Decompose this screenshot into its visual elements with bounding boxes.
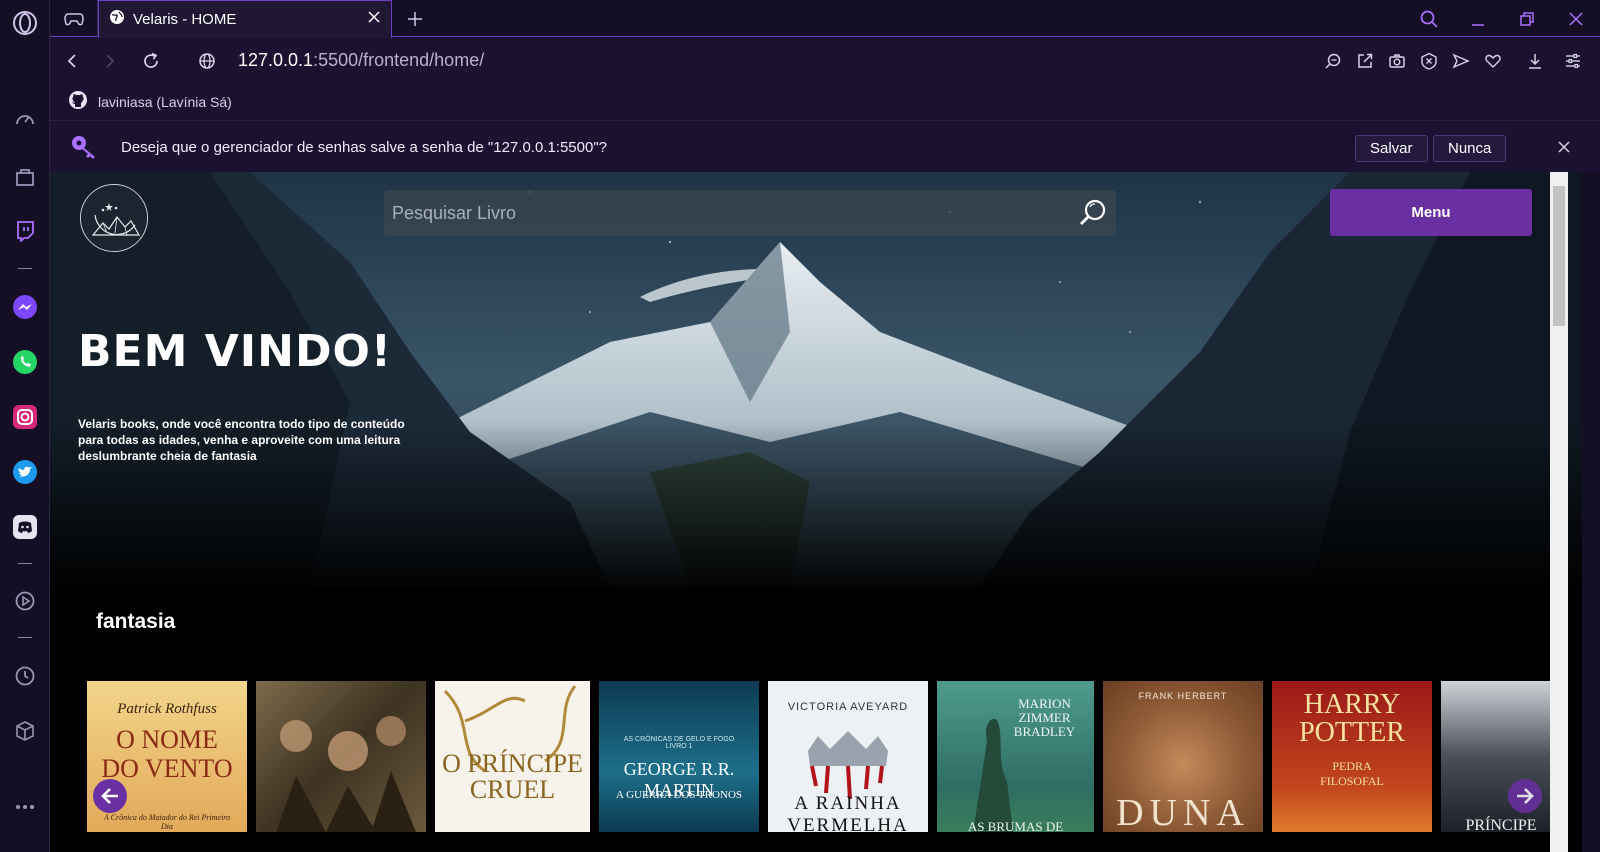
book-author: MARION ZIMMER BRADLEY [1013, 696, 1076, 739]
key-icon [70, 134, 98, 165]
twitter-icon[interactable] [11, 458, 39, 486]
messenger-icon[interactable] [11, 293, 39, 321]
carousel-prev-arrow-icon[interactable] [93, 779, 127, 813]
save-password-button[interactable]: Salvar [1355, 135, 1428, 162]
close-tab-icon[interactable] [367, 10, 381, 29]
book-cover[interactable]: AS CRÔNICAS DE GELO E FOGO LIVRO 1 GEORG… [599, 681, 759, 832]
velaris-logo[interactable] [80, 184, 148, 252]
welcome-heading: BEM VINDO! [78, 326, 392, 377]
extensions-cube-icon[interactable] [11, 717, 39, 745]
book-cover[interactable]: PRÍNCIPE [1441, 681, 1561, 832]
twitch-icon[interactable] [11, 217, 39, 245]
send-icon[interactable] [1448, 47, 1474, 75]
close-window-icon[interactable] [1551, 0, 1600, 37]
book-cover[interactable]: VICTORIA AVEYARD A RAINHA VERMELHA [768, 681, 928, 832]
password-save-prompt: Deseja que o gerenciador de senhas salve… [50, 120, 1600, 172]
player-icon[interactable] [11, 587, 39, 615]
heart-icon[interactable] [1480, 47, 1506, 75]
book-cover[interactable]: O PRÍNCIPE CRUEL [435, 681, 590, 832]
more-options-icon[interactable] [11, 793, 39, 821]
page-viewport: Menu BEM VINDO! Velaris books, onde você… [50, 172, 1582, 852]
book-title: A RAINHA VERMELHA [787, 793, 909, 832]
book-cover[interactable] [256, 681, 426, 832]
opera-logo-icon[interactable] [11, 9, 39, 37]
book-title: DUNA [1116, 792, 1250, 832]
site-info-globe-icon[interactable] [193, 47, 221, 75]
bag-icon[interactable] [11, 163, 39, 191]
snapshot-camera-icon[interactable] [1384, 47, 1410, 75]
gx-game-icon[interactable] [50, 0, 98, 37]
book-author: Patrick Rothfuss [117, 701, 217, 717]
menu-button[interactable]: Menu [1330, 189, 1532, 236]
bookmarks-bar: laviniasa (Lavínia Sá) [50, 84, 1600, 120]
globe-icon [109, 9, 125, 30]
book-cover[interactable]: HARRY POTTER PEDRA FILOSOFAL [1272, 681, 1432, 832]
whatsapp-icon[interactable] [11, 348, 39, 376]
sidebar-divider [18, 268, 32, 269]
book-cover[interactable]: FRANK HERBERT DUNA [1103, 681, 1263, 832]
book-cover[interactable]: MARION ZIMMER BRADLEY AS BRUMAS DE [937, 681, 1094, 832]
reload-icon[interactable] [137, 47, 165, 75]
book-title: O NOME DO VENTO [101, 725, 233, 783]
book-title: O PRÍNCIPE CRUEL [442, 749, 583, 804]
easy-setup-icon[interactable] [1560, 47, 1586, 75]
page-scrollbar[interactable] [1550, 172, 1568, 852]
book-title: A GUERRA DOS TRONOS [615, 789, 743, 801]
ad-blocker-icon[interactable] [1416, 47, 1442, 75]
sidebar-divider [18, 637, 32, 638]
section-title-fantasia: fantasia [96, 610, 176, 633]
book-title: HARRY POTTER [1299, 689, 1405, 748]
window-controls [1404, 0, 1600, 37]
book-author: FRANK HERBERT [1138, 691, 1228, 701]
zoom-icon[interactable] [1320, 47, 1346, 75]
instagram-icon[interactable] [11, 403, 39, 431]
address-toolbar [1320, 47, 1586, 75]
book-subtitle: PEDRA FILOSOFAL [1320, 759, 1384, 788]
welcome-description: Velaris books, onde você encontra todo t… [78, 417, 405, 463]
tab-bar: Velaris - HOME [50, 0, 1600, 38]
url-host: 127.0.0.1 [238, 50, 314, 70]
book-search-bar [384, 190, 1116, 236]
search-tabs-icon[interactable] [1404, 0, 1453, 37]
scrollbar-thumb[interactable] [1553, 186, 1565, 326]
close-prompt-icon[interactable] [1552, 135, 1576, 159]
tab-velaris-home[interactable]: Velaris - HOME [98, 0, 392, 38]
share-edit-icon[interactable] [1352, 47, 1378, 75]
carousel-next-arrow-icon[interactable] [1508, 779, 1542, 813]
speed-dial-icon[interactable] [11, 106, 39, 134]
sidebar-divider [18, 563, 32, 564]
book-title: PRÍNCIPE [1465, 817, 1537, 832]
download-icon[interactable] [1522, 47, 1548, 75]
forward-icon[interactable] [96, 47, 124, 75]
history-icon[interactable] [11, 662, 39, 690]
book-title: AS BRUMAS DE [967, 819, 1064, 832]
never-save-button[interactable]: Nunca [1433, 135, 1507, 162]
browser-sidebar [0, 0, 50, 852]
minimize-icon[interactable] [1453, 0, 1502, 37]
address-bar: 127.0.0.1:5500/frontend/home/ [50, 38, 1600, 84]
github-icon [68, 90, 88, 115]
url-field[interactable]: 127.0.0.1:5500/frontend/home/ [238, 50, 484, 71]
url-path: :5500/frontend/home/ [313, 50, 485, 70]
book-search-input[interactable] [392, 190, 1072, 236]
back-icon[interactable] [58, 47, 86, 75]
search-icon[interactable] [1078, 198, 1108, 228]
bookmark-github-profile[interactable]: laviniasa (Lavínia Sá) [98, 94, 232, 110]
restore-icon[interactable] [1502, 0, 1551, 37]
tab-title: Velaris - HOME [133, 11, 237, 28]
discord-icon[interactable] [11, 513, 39, 541]
new-tab-icon[interactable] [402, 6, 428, 32]
book-subtitle: AS CRÔNICAS DE GELO E FOGO LIVRO 1 [623, 736, 735, 750]
password-prompt-message: Deseja que o gerenciador de senhas salve… [121, 139, 608, 156]
book-subtitle: A Crônica do Matador do Rei Primeiro Dia [103, 813, 231, 831]
hero-banner: Menu BEM VINDO! Velaris books, onde você… [50, 172, 1582, 587]
